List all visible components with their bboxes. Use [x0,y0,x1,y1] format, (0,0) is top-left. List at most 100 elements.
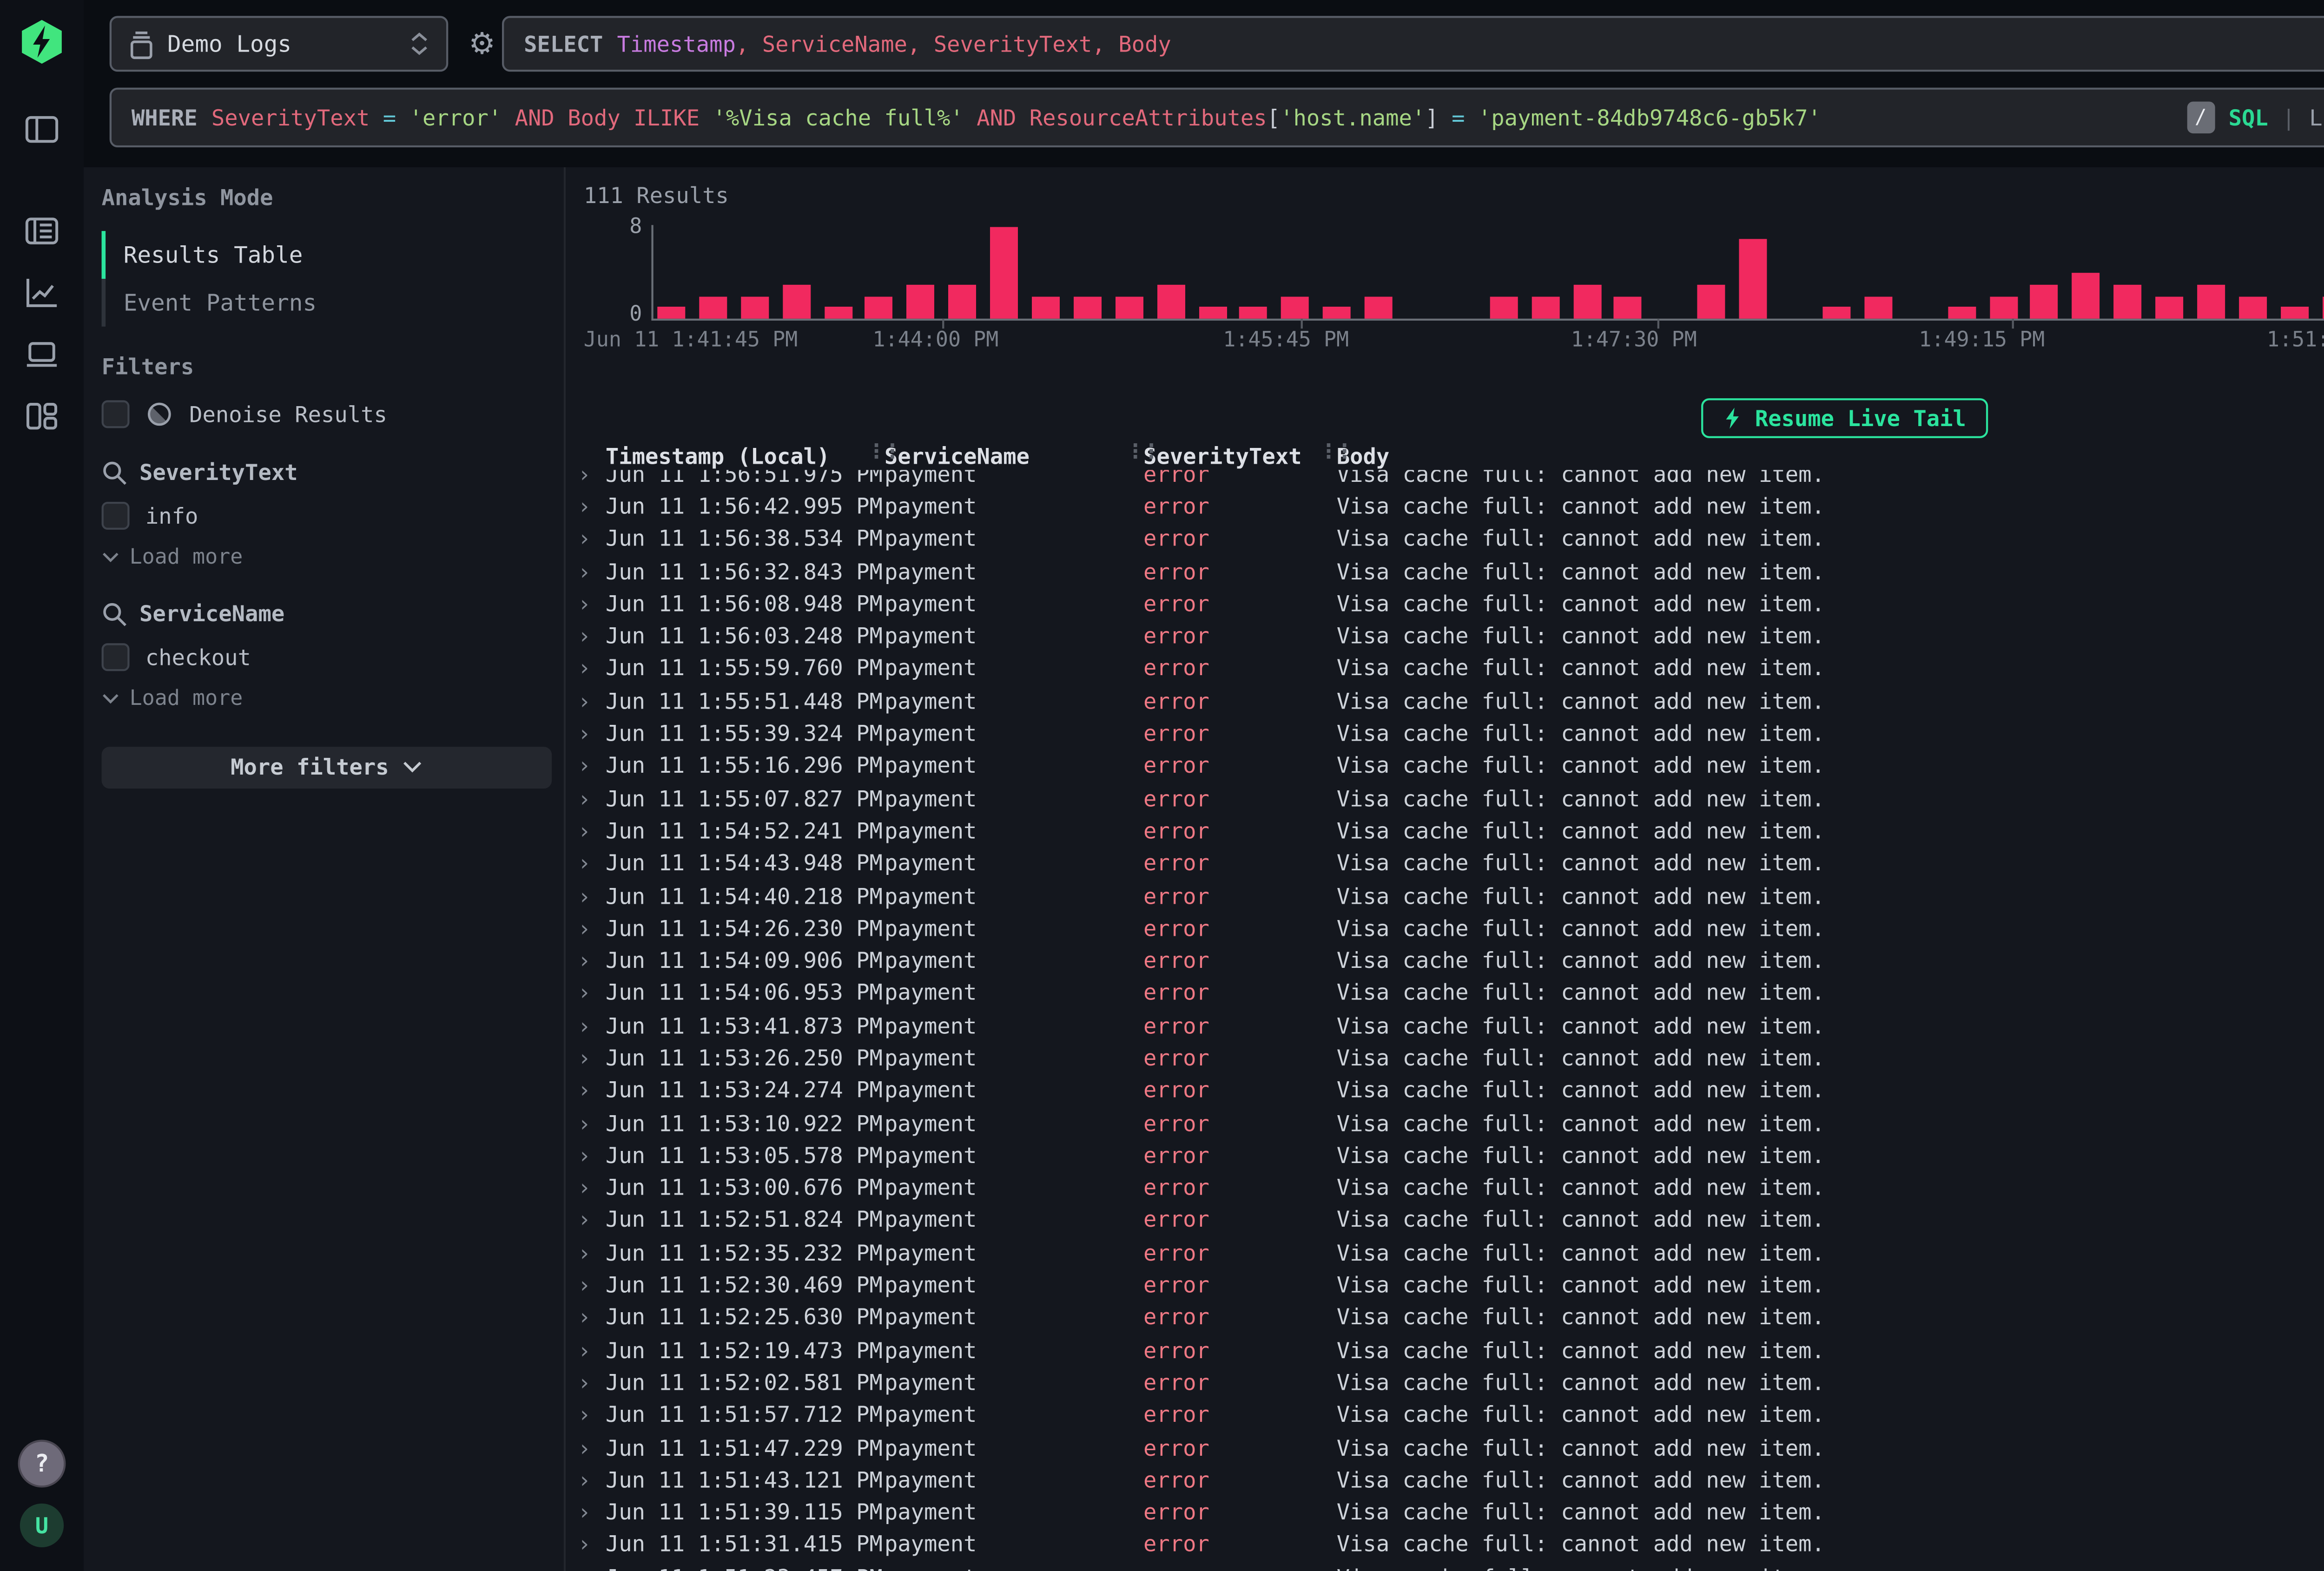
row-expand-chevron-icon[interactable]: › [578,883,606,909]
row-expand-chevron-icon[interactable]: › [578,818,606,844]
results-histogram[interactable] [651,225,2324,321]
checkout-checkbox[interactable] [102,643,130,671]
row-expand-chevron-icon[interactable]: › [578,1402,606,1428]
load-more-severitytext[interactable]: Load more [102,546,564,569]
table-row[interactable]: ›Jun 11 1:55:07.827 PMpaymenterrorVisa c… [566,782,2324,815]
row-expand-chevron-icon[interactable]: › [578,721,606,747]
row-expand-chevron-icon[interactable]: › [578,624,606,650]
resume-live-tail-button[interactable]: Resume Live Tail [1701,398,1988,438]
chart-explorer-icon[interactable] [16,271,67,315]
row-expand-chevron-icon[interactable]: › [578,1435,606,1461]
table-row[interactable]: ›Jun 11 1:51:31.415 PMpaymenterrorVisa c… [566,1529,2324,1562]
where-query-input[interactable]: WHERE SeverityText = 'error' AND Body IL… [110,88,2324,148]
denoise-results-row[interactable]: Denoise Results [102,400,564,428]
row-expand-chevron-icon[interactable]: › [578,1273,606,1299]
column-resize-handle[interactable]: ⋮⋮ [1319,442,1351,463]
table-row[interactable]: ›Jun 11 1:51:47.229 PMpaymenterrorVisa c… [566,1432,2324,1464]
sidebar-toggle-icon[interactable] [16,107,67,151]
row-expand-chevron-icon[interactable]: › [578,656,606,682]
row-expand-chevron-icon[interactable]: › [578,1467,606,1493]
col-body[interactable]: ⋮⋮Body [1337,443,2324,469]
row-expand-chevron-icon[interactable]: › [578,1045,606,1071]
col-timestamp[interactable]: Timestamp (Local) [606,443,885,469]
row-expand-chevron-icon[interactable]: › [578,1500,606,1526]
table-row[interactable]: ›Jun 11 1:53:05.578 PMpaymenterrorVisa c… [566,1139,2324,1172]
table-row[interactable]: ›Jun 11 1:55:51.448 PMpaymenterrorVisa c… [566,685,2324,718]
table-row[interactable]: ›Jun 11 1:56:42.995 PMpaymenterrorVisa c… [566,491,2324,523]
row-expand-chevron-icon[interactable]: › [578,559,606,585]
table-row[interactable]: ›Jun 11 1:53:10.922 PMpaymenterrorVisa c… [566,1107,2324,1140]
user-avatar[interactable]: U [20,1504,64,1547]
table-row[interactable]: ›Jun 11 1:52:02.581 PMpaymenterrorVisa c… [566,1367,2324,1399]
row-expand-chevron-icon[interactable]: › [578,851,606,877]
table-row[interactable]: ›Jun 11 1:51:57.712 PMpaymenterrorVisa c… [566,1399,2324,1432]
table-row[interactable]: ›Jun 11 1:54:26.230 PMpaymenterrorVisa c… [566,913,2324,945]
denoise-checkbox[interactable] [102,400,130,428]
row-expand-chevron-icon[interactable]: › [578,1338,606,1364]
row-expand-chevron-icon[interactable]: › [578,1240,606,1266]
row-expand-chevron-icon[interactable]: › [578,1175,606,1201]
table-row[interactable]: ›Jun 11 1:55:59.760 PMpaymenterrorVisa c… [566,653,2324,685]
table-row[interactable]: ›Jun 11 1:55:39.324 PMpaymenterrorVisa c… [566,717,2324,750]
tab-results-table[interactable]: Results Table [102,231,564,279]
table-row[interactable]: ›Jun 11 1:53:24.274 PMpaymenterrorVisa c… [566,1075,2324,1107]
source-settings-gear-icon[interactable]: ⚙ [464,26,500,62]
row-expand-chevron-icon[interactable]: › [578,1078,606,1104]
table-row[interactable]: ›Jun 11 1:51:43.121 PMpaymenterrorVisa c… [566,1464,2324,1497]
table-row[interactable]: ›Jun 11 1:51:39.115 PMpaymenterrorVisa c… [566,1497,2324,1529]
row-expand-chevron-icon[interactable]: › [578,1143,606,1169]
filter-option-info[interactable]: info [102,502,564,530]
row-expand-chevron-icon[interactable]: › [578,494,606,520]
column-resize-handle[interactable]: ⋮⋮ [1125,442,1157,463]
table-row[interactable]: ›Jun 11 1:56:08.948 PMpaymenterrorVisa c… [566,588,2324,620]
app-logo-icon[interactable] [20,20,64,64]
col-severitytext[interactable]: ⋮⋮SeverityText [1143,443,1337,469]
load-more-servicename[interactable]: Load more [102,687,564,711]
row-expand-chevron-icon[interactable]: › [578,753,606,779]
language-lucene-option[interactable]: Lucene [2309,105,2324,131]
table-row[interactable]: ›Jun 11 1:55:16.296 PMpaymenterrorVisa c… [566,750,2324,782]
row-expand-chevron-icon[interactable]: › [578,786,606,812]
table-row[interactable]: ›Jun 11 1:53:26.250 PMpaymenterrorVisa c… [566,1042,2324,1075]
row-expand-chevron-icon[interactable]: › [578,1532,606,1558]
table-row[interactable]: ›Jun 11 1:52:25.630 PMpaymenterrorVisa c… [566,1302,2324,1334]
table-row[interactable]: ›Jun 11 1:54:09.906 PMpaymenterrorVisa c… [566,945,2324,977]
sessions-laptop-icon[interactable] [16,333,67,376]
row-expand-chevron-icon[interactable]: › [578,948,606,974]
more-filters-button[interactable]: More filters [102,747,552,789]
table-row[interactable]: ›Jun 11 1:51:23.457 PMpaymenterrorVisa c… [566,1561,2324,1571]
row-expand-chevron-icon[interactable]: › [578,591,606,617]
table-row[interactable]: ›Jun 11 1:52:35.232 PMpaymenterrorVisa c… [566,1237,2324,1269]
row-expand-chevron-icon[interactable]: › [578,1111,606,1137]
row-expand-chevron-icon[interactable]: › [578,526,606,552]
row-expand-chevron-icon[interactable]: › [578,1370,606,1396]
table-row[interactable]: ›Jun 11 1:52:51.824 PMpaymenterrorVisa c… [566,1204,2324,1237]
info-checkbox[interactable] [102,502,130,530]
row-expand-chevron-icon[interactable]: › [578,916,606,942]
row-expand-chevron-icon[interactable]: › [578,1305,606,1331]
row-expand-chevron-icon[interactable]: › [578,1564,606,1571]
table-row[interactable]: ›Jun 11 1:54:43.948 PMpaymenterrorVisa c… [566,848,2324,880]
row-expand-chevron-icon[interactable]: › [578,1208,606,1234]
table-row[interactable]: ›Jun 11 1:54:52.241 PMpaymenterrorVisa c… [566,815,2324,848]
table-row[interactable]: ›Jun 11 1:56:32.843 PMpaymenterrorVisa c… [566,555,2324,588]
row-expand-chevron-icon[interactable]: › [578,1013,606,1039]
column-resize-handle[interactable]: ⋮⋮ [866,442,898,463]
table-row[interactable]: ›Jun 11 1:53:00.676 PMpaymenterrorVisa c… [566,1172,2324,1204]
table-row[interactable]: ›Jun 11 1:56:38.534 PMpaymenterrorVisa c… [566,523,2324,555]
query-language-toggle[interactable]: / SQL | Lucene [2187,102,2324,134]
search-icon[interactable] [102,460,128,486]
search-logs-icon[interactable] [16,209,67,253]
language-sql-option[interactable]: SQL [2229,105,2268,131]
table-row[interactable]: ›Jun 11 1:52:19.473 PMpaymenterrorVisa c… [566,1334,2324,1367]
table-row[interactable]: ›Jun 11 1:56:03.248 PMpaymenterrorVisa c… [566,620,2324,653]
table-row[interactable]: ›Jun 11 1:54:40.218 PMpaymenterrorVisa c… [566,880,2324,913]
table-row[interactable]: ›Jun 11 1:52:30.469 PMpaymenterrorVisa c… [566,1269,2324,1302]
row-expand-chevron-icon[interactable]: › [578,689,606,715]
tab-event-patterns[interactable]: Event Patterns [102,279,564,327]
search-icon[interactable] [102,601,128,627]
select-query-input[interactable]: SELECT Timestamp, ServiceName, SeverityT… [502,16,2324,72]
table-row[interactable]: ›Jun 11 1:53:41.873 PMpaymenterrorVisa c… [566,1010,2324,1042]
dashboards-icon[interactable] [16,394,67,438]
help-button[interactable]: ? [18,1440,66,1488]
